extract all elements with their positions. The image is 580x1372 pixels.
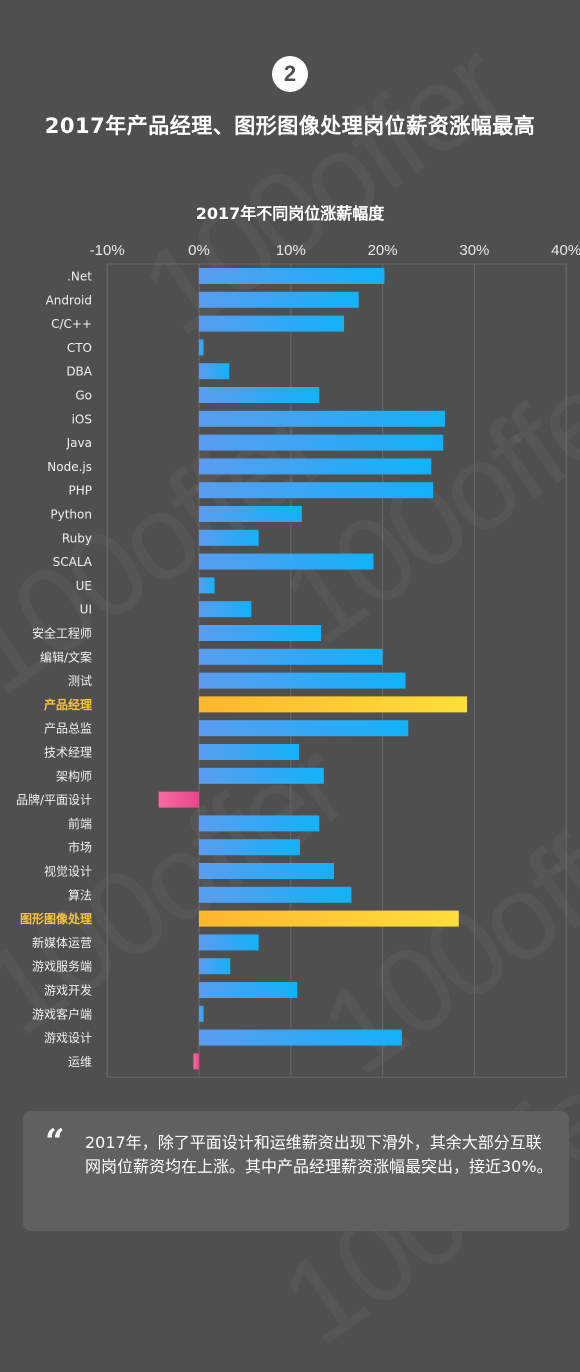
category-label: Python [50,508,92,522]
x-axis-ticks: -10% 0% 10% 20% 30% 40% [90,242,580,259]
category-label: Java [66,436,92,450]
category-label: 安全工程师 [32,626,92,641]
x-tick-label: 0% [188,242,210,259]
bar-positive [199,506,302,522]
category-label: 产品总监 [44,722,92,736]
category-label: PHP [69,484,93,498]
bar-positive [199,886,352,903]
bar-positive [199,315,345,332]
category-label: DBA [66,365,92,379]
bar-positive [199,291,359,308]
bar-positive [199,363,230,380]
bar-chart: -10% 0% 10% 20% 30% 40% .Net Android C/C++ CTO DB… [16,242,580,1078]
summary-text: 2017年，除了平面设计和运维薪资出现下滑外，其余大部分互联网岗位薪资均在上涨。… [85,1133,553,1176]
plot-frame [106,263,567,1078]
bar-positive [199,744,300,760]
category-label: 前端 [68,816,92,831]
bars [158,268,468,1070]
category-label: 品牌/平面设计 [16,793,92,807]
bar-positive [199,767,324,784]
bar-positive [199,601,252,618]
category-label: 产品经理 [44,697,92,712]
category-label: 游戏开发 [44,983,92,998]
bar-positive [199,458,432,475]
category-label: 游戏设计 [44,1031,92,1045]
bar-positive [199,339,204,356]
category-label: Android [46,293,92,307]
bar-positive [199,815,320,832]
bar-positive [199,553,374,570]
x-tick-label: 10% [276,242,306,259]
category-label: 视觉设计 [44,864,92,879]
quote-icon: “ [45,1122,65,1162]
bar-positive [199,672,406,689]
category-label: iOS [72,412,92,426]
category-label: CTO [67,341,92,355]
summary-quote-box: “ 2017年，除了平面设计和运维薪资出现下滑外，其余大部分互联网岗位薪资均在上… [23,1111,569,1231]
category-label: 新媒体运营 [32,935,92,950]
category-label: Go [75,389,92,403]
x-tick-label: -10% [90,242,125,259]
bar-positive [199,410,446,427]
category-label: 市场 [68,840,92,855]
bar-highlight [199,696,468,713]
category-label: Node.js [47,460,92,474]
category-label: 算法 [68,887,92,902]
category-label: 测试 [68,673,92,688]
category-label: 编辑/文案 [40,649,92,664]
bar-positive [199,268,385,284]
bar-positive [199,720,409,737]
bar-positive [199,482,434,499]
category-label: 游戏服务端 [32,959,92,974]
bar-positive [199,839,300,856]
bar-positive [199,387,320,403]
bar-positive [199,1029,402,1046]
bar-positive [199,577,215,594]
bar-positive [199,863,334,879]
bar-positive [199,648,383,665]
bar-positive [199,434,444,451]
bar-positive [199,1005,204,1022]
grid [106,263,567,1078]
category-label: .Net [67,270,92,284]
bar-positive [199,982,298,998]
category-label: SCALA [53,555,93,569]
category-label: 技术经理 [44,746,92,760]
bar-negative [158,791,199,808]
bar-positive [199,529,259,546]
bar-positive [199,934,259,951]
bar-positive [199,625,322,641]
category-label: 图形图像处理 [20,911,92,926]
category-label: 运维 [68,1055,92,1069]
category-label: 游戏客户端 [32,1006,92,1021]
category-label: UE [76,579,92,593]
x-tick-label: 20% [368,242,398,259]
category-label: Ruby [62,531,92,545]
category-labels: .Net Android C/C++ CTO DBA Go iOS Java Node.js PH… [16,270,93,1069]
category-label: 架构师 [56,768,92,783]
category-label: C/C++ [51,317,92,331]
bar-negative [193,1053,199,1070]
category-label: UI [80,603,92,617]
bar-highlight [199,910,459,927]
x-tick-label: 40% [551,242,580,259]
bar-positive [199,958,231,975]
x-tick-label: 30% [459,242,489,259]
